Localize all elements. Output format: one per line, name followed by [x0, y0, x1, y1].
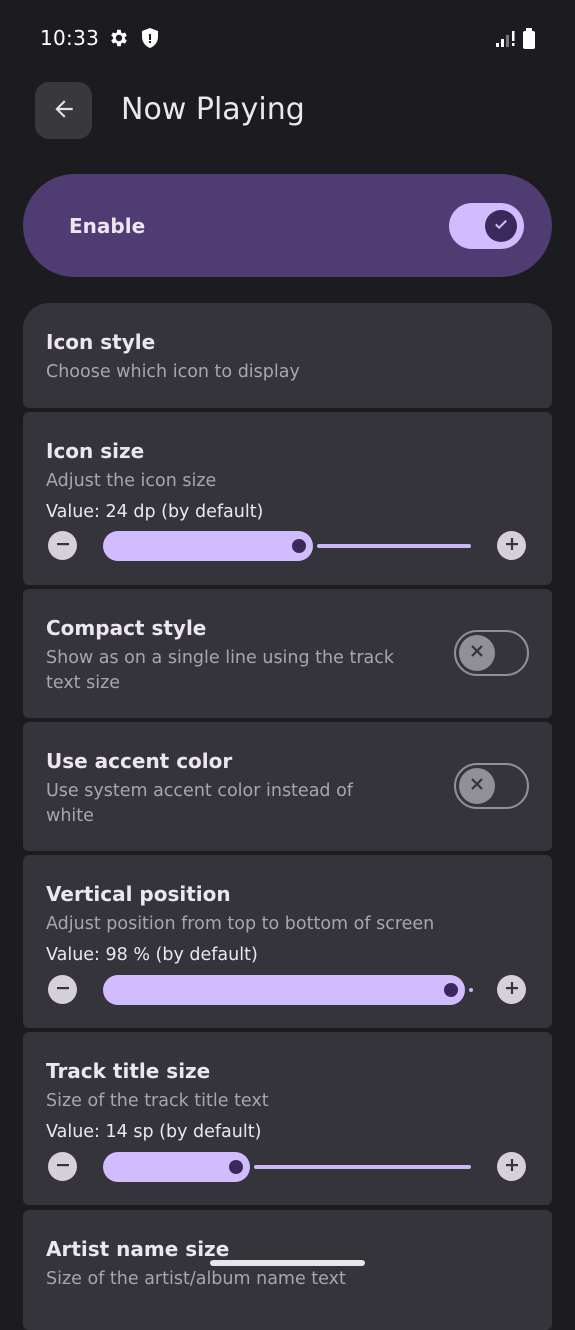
slider-inactive-track	[254, 1165, 471, 1169]
icon-size-item: Icon size Adjust the icon size Value: 24…	[23, 412, 552, 585]
slider-thumb[interactable]	[292, 539, 306, 553]
compact-style-item[interactable]: Compact style Show as on a single line u…	[23, 589, 552, 718]
back-button[interactable]	[35, 82, 92, 139]
top-app-bar: Now Playing	[0, 78, 575, 144]
increase-button[interactable]	[497, 1152, 526, 1181]
increase-button[interactable]	[497, 975, 526, 1004]
arrow-back-icon	[51, 96, 77, 126]
plus-icon	[505, 980, 519, 999]
item-value: Value: 98 % (by default)	[46, 945, 258, 965]
slider-thumb[interactable]	[229, 1160, 243, 1174]
subtitle-line: Show as on a single line using the track	[46, 648, 395, 668]
slider-active-track	[103, 1152, 250, 1182]
item-value: Value: 24 dp (by default)	[46, 502, 264, 522]
slider-active-track	[103, 975, 465, 1005]
artist-name-size-item: Artist name size Size of the artist/albu…	[23, 1210, 552, 1330]
vertical-position-slider[interactable]	[103, 975, 473, 1005]
item-title: Use accent color	[46, 749, 233, 773]
gear-icon	[108, 27, 130, 53]
item-title: Icon style	[46, 330, 156, 354]
subtitle-line: Use system accent color instead of	[46, 781, 353, 801]
shield-icon	[140, 27, 160, 53]
item-subtitle: Adjust the icon size	[46, 471, 217, 491]
decrease-button[interactable]	[48, 1152, 77, 1181]
item-subtitle: Choose which icon to display	[46, 362, 300, 382]
slider-active-track	[103, 531, 313, 561]
minus-icon	[56, 1157, 70, 1176]
signal-icon	[495, 30, 517, 52]
check-icon	[492, 215, 510, 237]
slider-inactive-track	[317, 544, 471, 548]
item-title: Vertical position	[46, 882, 231, 906]
enable-switch[interactable]	[449, 203, 524, 249]
plus-icon	[505, 1157, 519, 1176]
accent-color-switch[interactable]	[454, 763, 529, 809]
item-subtitle: Show as on a single line using the track…	[46, 646, 394, 696]
item-subtitle: Use system accent color instead of white	[46, 779, 353, 829]
track-title-size-item: Track title size Size of the track title…	[23, 1032, 552, 1205]
item-subtitle: Size of the track title text	[46, 1091, 269, 1111]
subtitle-line: white	[46, 806, 94, 826]
subtitle-line: text size	[46, 673, 121, 693]
item-title: Track title size	[46, 1059, 211, 1083]
icon-size-slider[interactable]	[103, 531, 473, 561]
slider-inactive-track	[469, 988, 473, 992]
slider-thumb[interactable]	[444, 983, 458, 997]
close-icon	[469, 776, 485, 796]
battery-icon	[522, 28, 536, 54]
item-title: Compact style	[46, 616, 207, 640]
switch-knob	[459, 635, 495, 671]
minus-icon	[56, 536, 70, 555]
compact-style-switch[interactable]	[454, 630, 529, 676]
item-title: Artist name size	[46, 1237, 230, 1261]
status-time: 10:33	[40, 26, 100, 50]
decrease-button[interactable]	[48, 531, 77, 560]
accent-color-item[interactable]: Use accent color Use system accent color…	[23, 722, 552, 851]
decrease-button[interactable]	[48, 975, 77, 1004]
plus-icon	[505, 536, 519, 555]
track-title-size-slider[interactable]	[103, 1152, 473, 1182]
enable-card[interactable]: Enable	[23, 174, 552, 277]
close-icon	[469, 643, 485, 663]
page-title: Now Playing	[121, 92, 305, 127]
item-title: Icon size	[46, 439, 145, 463]
vertical-position-item: Vertical position Adjust position from t…	[23, 855, 552, 1028]
item-subtitle: Adjust position from top to bottom of sc…	[46, 914, 435, 934]
enable-label: Enable	[69, 214, 146, 238]
icon-style-item[interactable]: Icon style Choose which icon to display	[23, 303, 552, 408]
switch-knob	[485, 210, 517, 242]
switch-knob	[459, 768, 495, 804]
gesture-navigation-handle[interactable]	[210, 1260, 365, 1266]
minus-icon	[56, 980, 70, 999]
item-value: Value: 14 sp (by default)	[46, 1122, 262, 1142]
status-bar: 10:33	[0, 0, 575, 78]
increase-button[interactable]	[497, 531, 526, 560]
